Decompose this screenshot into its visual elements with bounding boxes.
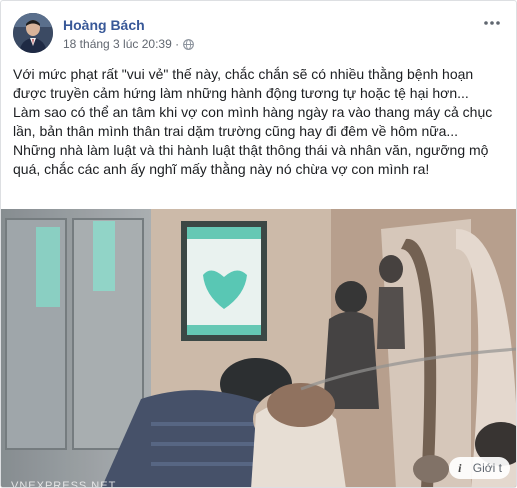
post-header: Hoàng Bách 18 tháng 3 lúc 20:39 · (13, 13, 506, 55)
facebook-post: Hoàng Bách 18 tháng 3 lúc 20:39 · Với mứ… (0, 0, 517, 488)
author-name[interactable]: Hoàng Bách (63, 17, 145, 33)
source-label: VNEXPRESS.NET (11, 480, 117, 488)
globe-icon[interactable] (183, 38, 195, 50)
post-paragraph: Làm sao có thể an tâm khi vợ con mình hà… (13, 104, 493, 139)
link-preview-image[interactable]: VNEXPRESS.NET i Giới t (1, 209, 516, 488)
post-paragraph: Với mức phạt rất "vui vẻ" thế này, chắc … (13, 66, 474, 101)
post-text: Với mức phạt rất "vui vẻ" thế này, chắc … (13, 65, 507, 179)
more-options-icon[interactable] (482, 13, 502, 33)
info-icon: i (458, 460, 462, 475)
post-timestamp[interactable]: 18 tháng 3 lúc 20:39 · (63, 37, 179, 51)
post-meta: 18 tháng 3 lúc 20:39 · (63, 37, 195, 51)
post-paragraph: Những nhà làm luật và thi hành luật thật… (13, 142, 489, 177)
cctv-elevator-image (1, 209, 516, 487)
ad-info-button[interactable]: i Giới t (448, 457, 510, 479)
avatar-photo (13, 13, 53, 53)
avatar[interactable] (13, 13, 53, 53)
info-label: Giới t (472, 461, 502, 475)
